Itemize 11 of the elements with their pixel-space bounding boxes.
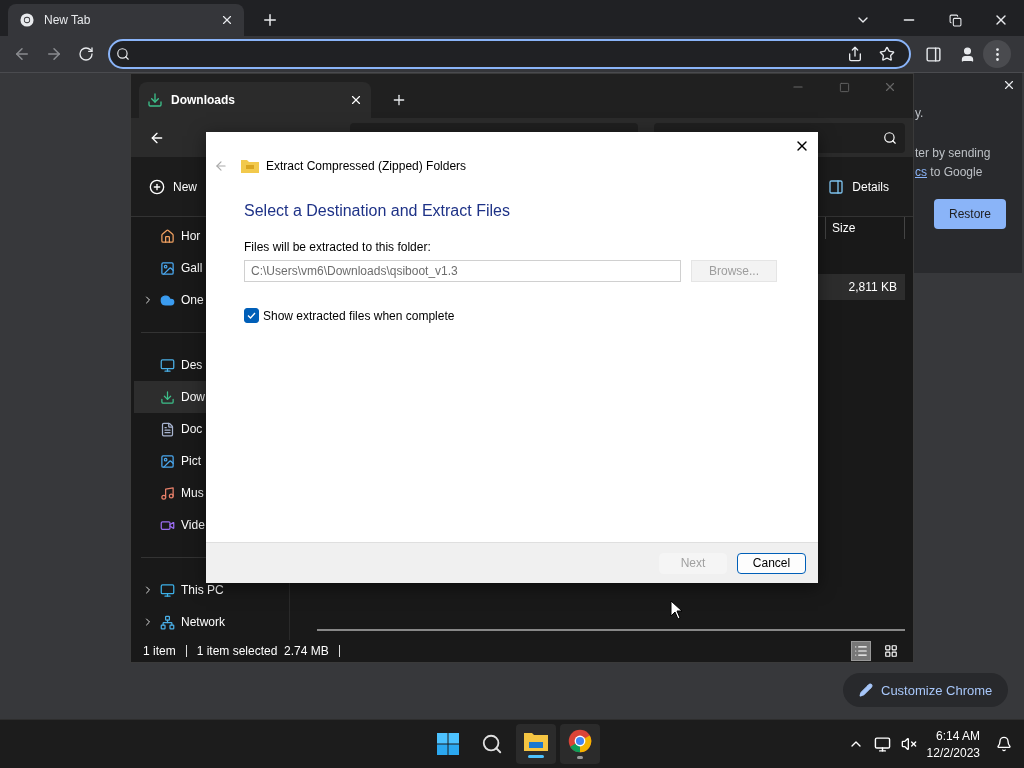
- dialog-title: Extract Compressed (Zipped) Folders: [266, 159, 467, 173]
- tab-title: Downloads: [171, 93, 236, 107]
- checkbox-label: Show extracted files when complete: [263, 308, 455, 323]
- status-text: 1 item selected 2.74 MB: [196, 644, 329, 658]
- panel-text: ter by sending: [914, 146, 992, 160]
- dialog-heading: Select a Destination and Extract Files: [244, 202, 511, 220]
- tab-title: New Tab: [44, 13, 92, 27]
- panel-text: cs to Google: [914, 165, 984, 179]
- panel-text: y.: [914, 106, 925, 120]
- status-text: 1 item: [143, 644, 176, 658]
- field-label: Files will be extracted to this folder:: [244, 240, 432, 254]
